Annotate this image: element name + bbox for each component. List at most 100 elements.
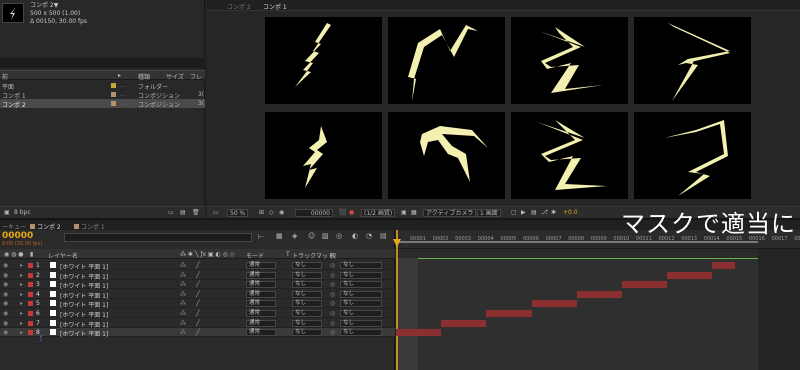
- label-swatch[interactable]: [28, 272, 33, 278]
- layer-row[interactable]: ◉ ▸ 8 [ホワイト 平面 1] ⁂ ╱ 通常 なし ◎ なし: [0, 328, 395, 338]
- layer-duration-bar[interactable]: [622, 281, 668, 289]
- layer-name[interactable]: [ホワイト 平面 1]: [60, 329, 108, 338]
- frame-blend-icon[interactable]: ▨: [322, 232, 329, 240]
- channel-icon[interactable]: ●: [349, 209, 354, 217]
- col-mode[interactable]: モード: [246, 251, 264, 260]
- pickwhip-icon[interactable]: ◎: [330, 272, 335, 279]
- parent-dropdown[interactable]: なし: [340, 319, 382, 327]
- col-frame[interactable]: フレ: [190, 72, 202, 81]
- quality-switch-icon[interactable]: ╱: [196, 281, 200, 288]
- live-update-icon[interactable]: ▦: [276, 232, 283, 240]
- trkmat-dropdown[interactable]: なし: [292, 300, 322, 308]
- label-swatch[interactable]: [28, 291, 33, 297]
- shy-switch-icon[interactable]: ⁂: [180, 262, 186, 269]
- shy-switch-icon[interactable]: ⁂: [180, 320, 186, 327]
- expand-icon[interactable]: ▸: [20, 272, 23, 279]
- layer-row[interactable]: ◉ ▸ 6 [ホワイト 平面 1] ⁂ ╱ 通常 なし ◎ なし: [0, 309, 395, 319]
- project-item-solids[interactable]: 平面 … フォルダー: [0, 81, 205, 91]
- view-layout-dropdown[interactable]: 1 画面: [477, 209, 501, 217]
- motion-blur-icon[interactable]: ◎: [336, 232, 342, 240]
- interpret-icon[interactable]: ▣: [4, 209, 10, 216]
- expand-icon[interactable]: ▸: [20, 320, 23, 327]
- pickwhip-icon[interactable]: ◎: [330, 310, 335, 317]
- layer-row[interactable]: ◉ ▸ 2 [ホワイト 平面 1] ⁂ ╱ 通常 なし ◎ なし: [0, 271, 395, 281]
- trash-icon[interactable]: 🗑: [192, 209, 200, 216]
- pickwhip-icon[interactable]: ◎: [330, 300, 335, 307]
- exposure-icon[interactable]: ✱: [551, 209, 556, 217]
- mode-dropdown[interactable]: 通常: [246, 319, 276, 327]
- trkmat-dropdown[interactable]: なし: [292, 310, 322, 317]
- layer-duration-bar[interactable]: [576, 290, 622, 298]
- pickwhip-icon[interactable]: ◎: [330, 329, 335, 336]
- parent-dropdown[interactable]: なし: [340, 329, 382, 337]
- project-item-comp1[interactable]: コンポ 1 … コンポジション 3(: [0, 90, 205, 100]
- shy-switch-icon[interactable]: ⁂: [180, 329, 186, 336]
- pickwhip-icon[interactable]: ◎: [330, 281, 335, 288]
- flowchart-icon[interactable]: ⎇: [541, 209, 548, 217]
- layer-row[interactable]: ◉ ▸ 4 [ホワイト 平面 1] ⁂ ╱ 通常 なし ◎ なし: [0, 290, 395, 300]
- layer-duration-bar[interactable]: [531, 300, 577, 308]
- zoom-dropdown[interactable]: 50 %: [227, 209, 249, 217]
- parent-dropdown[interactable]: なし: [340, 300, 382, 308]
- trkmat-dropdown[interactable]: なし: [292, 262, 322, 269]
- label-col-icon[interactable]: ▸: [118, 72, 121, 79]
- pickwhip-icon[interactable]: ◎: [330, 262, 335, 269]
- label-swatch[interactable]: [28, 282, 33, 288]
- label-swatch[interactable]: [28, 301, 33, 307]
- draft3d-icon[interactable]: ◈: [292, 232, 297, 240]
- layer-row[interactable]: ◉ ▸ 1 [ホワイト 平面 1] ⁂ ╱ 通常 なし ◎ なし: [0, 261, 395, 271]
- expand-icon[interactable]: ▸: [20, 300, 23, 307]
- shy-switch-icon[interactable]: ⁂: [180, 291, 186, 298]
- quality-switch-icon[interactable]: ╱: [196, 310, 200, 317]
- layer-duration-bar[interactable]: [486, 310, 532, 317]
- label-swatch[interactable]: [28, 311, 33, 316]
- always-preview-icon[interactable]: ▭: [213, 209, 219, 217]
- project-item-comp2[interactable]: コンポ 2 … コンポジション 3(: [0, 99, 205, 109]
- mode-dropdown[interactable]: 通常: [246, 281, 276, 289]
- mode-dropdown[interactable]: 通常: [246, 271, 276, 279]
- camera-dropdown[interactable]: アクティブカメラ: [423, 209, 477, 217]
- snapshot-icon[interactable]: ◉: [279, 209, 284, 217]
- eye-icon[interactable]: ◉: [3, 300, 8, 307]
- trkmat-dropdown[interactable]: なし: [292, 329, 322, 337]
- mode-dropdown[interactable]: 通常: [246, 262, 276, 269]
- quality-switch-icon[interactable]: ╱: [196, 320, 200, 327]
- new-folder-icon[interactable]: ▭: [168, 209, 174, 216]
- trkmat-dropdown[interactable]: なし: [292, 271, 322, 279]
- pickwhip-icon[interactable]: ◎: [330, 320, 335, 327]
- layer-duration-bar[interactable]: [667, 271, 713, 279]
- quality-switch-icon[interactable]: ╱: [196, 262, 200, 269]
- eye-icon[interactable]: ◉: [3, 291, 8, 298]
- shy-switch-icon[interactable]: ⁂: [180, 310, 186, 317]
- graph-editor-icon[interactable]: ◐: [352, 232, 358, 240]
- shy-switch-icon[interactable]: ⁂: [180, 281, 186, 288]
- comp-name[interactable]: コンポ 2▼: [30, 2, 87, 10]
- eye-icon[interactable]: ◉: [3, 262, 8, 269]
- mask-icon[interactable]: ◇: [269, 209, 274, 217]
- shy-icon[interactable]: ☺: [308, 232, 315, 240]
- parent-dropdown[interactable]: なし: [340, 310, 382, 317]
- label-swatch[interactable]: [28, 320, 33, 326]
- viewer-tab-inactive[interactable]: コンポ 2: [227, 2, 251, 11]
- eye-icon[interactable]: ◉: [3, 310, 8, 317]
- timecode-field[interactable]: 00000: [295, 209, 333, 217]
- expand-icon[interactable]: ▸: [20, 310, 23, 317]
- trkmat-dropdown[interactable]: なし: [292, 290, 322, 298]
- layer-duration-bar[interactable]: [396, 329, 442, 337]
- eye-icon[interactable]: ◉: [3, 272, 8, 279]
- resolution-dropdown[interactable]: (1/2 画質): [361, 209, 396, 217]
- timeline-toggle-icon[interactable]: ▤: [531, 209, 537, 217]
- col-name[interactable]: 前: [2, 72, 8, 81]
- fast-preview-icon[interactable]: ▶: [521, 209, 526, 217]
- quality-switch-icon[interactable]: ╱: [196, 272, 200, 279]
- trkmat-dropdown[interactable]: なし: [292, 319, 322, 327]
- mode-dropdown[interactable]: 通常: [246, 329, 276, 337]
- expand-icon[interactable]: ▸: [20, 291, 23, 298]
- brainstorm-icon[interactable]: ◔: [366, 232, 372, 240]
- current-time[interactable]: 00000: [2, 231, 33, 241]
- grid-icon[interactable]: ⊞: [259, 209, 264, 217]
- layer-duration-bar[interactable]: [441, 319, 487, 327]
- project-search[interactable]: [0, 58, 205, 68]
- playhead[interactable]: [396, 230, 398, 370]
- expand-icon[interactable]: ▸: [20, 281, 23, 288]
